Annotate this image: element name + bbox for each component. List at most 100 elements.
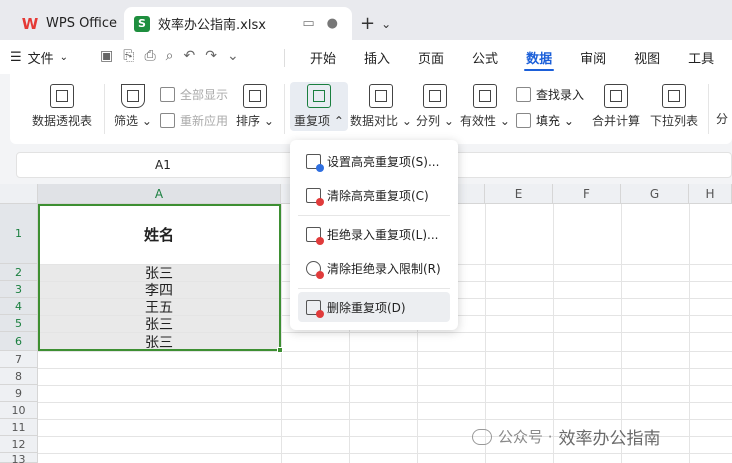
split-column-label: 分列 ⌄ (416, 114, 454, 128)
merge-calc-label: 合并计算 (592, 114, 641, 128)
export-icon[interactable]: ⎘ (123, 48, 134, 64)
wps-tab-label: WPS Office (46, 16, 118, 31)
filter-label: 筛选 ⌄ (114, 114, 152, 128)
sort-label: 排序 ⌄ (236, 114, 274, 128)
title-bar: W WPS Office S 效率办公指南.xlsx ▭ ● + ⌄ (0, 0, 732, 40)
show-all-label: 全部显示 (180, 88, 229, 102)
data-compare-icon (368, 84, 393, 108)
new-tab-button[interactable]: + ⌄ (360, 7, 391, 40)
filter-button[interactable]: 筛选 ⌄ (114, 84, 152, 129)
dropdown-list-button[interactable]: 下拉列表 (650, 84, 698, 129)
tab-formula[interactable]: 公式 (458, 40, 512, 74)
tab-insert[interactable]: 插入 (350, 40, 404, 74)
dot-icon[interactable]: ● (327, 16, 338, 31)
row-header-10[interactable]: 10 (0, 402, 38, 419)
column-header-h[interactable]: H (689, 184, 732, 204)
row-header-5[interactable]: 5 (0, 315, 38, 332)
sort-button[interactable]: 排序 ⌄ (236, 84, 274, 129)
tab-data[interactable]: 数据 (512, 40, 566, 74)
ribbon-divider (284, 84, 285, 134)
save-icon[interactable]: ▣ (100, 48, 113, 64)
column-header-a[interactable]: A (38, 184, 281, 204)
row-header-11[interactable]: 11 (0, 419, 38, 436)
select-all-corner[interactable] (0, 184, 38, 204)
row-header-8[interactable]: 8 (0, 368, 38, 385)
reapply-button[interactable]: 重新应用 (160, 112, 228, 129)
watermark-channel-name: 效率办公指南 (558, 429, 661, 449)
watermark-text: 公众号 · (498, 428, 553, 446)
data-compare-button[interactable]: 数据对比 ⌄ (350, 84, 412, 129)
chevron-down-icon: ⌄ (381, 16, 392, 31)
fill-button[interactable]: 填充 ⌄ (516, 112, 574, 129)
plus-icon: + (360, 13, 376, 34)
quick-access-toolbar: ▣ ⎘ ⎙ ⌕ ↶ ↷ ⌄ (100, 48, 239, 64)
undo-icon[interactable]: ↶ (183, 48, 195, 64)
pivot-table-button[interactable]: 数据透视表 (32, 84, 92, 129)
split-column-button[interactable]: 分列 ⌄ (416, 84, 454, 129)
tab-home[interactable]: 开始 (296, 40, 350, 74)
menu-item-clear-reject-limit[interactable]: 清除拒绝录入限制(R) (298, 253, 450, 283)
tab-review[interactable]: 审阅 (566, 40, 620, 74)
fill-handle[interactable] (277, 347, 283, 353)
document-tab[interactable]: S 效率办公指南.xlsx ▭ ● (124, 7, 352, 40)
data-compare-label: 数据对比 ⌄ (350, 114, 412, 128)
menu-divider (284, 49, 285, 67)
tab-view[interactable]: 视图 (620, 40, 674, 74)
fill-label: 填充 ⌄ (536, 114, 574, 128)
duplicates-button[interactable]: 重复项 ⌃ (290, 82, 348, 131)
column-header-e[interactable]: E (485, 184, 553, 204)
chevron-down-icon: ⌄ (59, 52, 69, 63)
menu-divider (298, 215, 450, 216)
selection-range (38, 204, 281, 351)
menu-item-clear-highlight-duplicates[interactable]: 清除高亮重复项(C) (298, 180, 450, 210)
menu-divider (298, 288, 450, 289)
sort-icon (242, 84, 267, 108)
lookup-icon (516, 87, 531, 102)
reapply-icon (160, 113, 175, 128)
row-header-9[interactable]: 9 (0, 385, 38, 402)
file-menu[interactable]: ☰ 文件 ⌄ (10, 48, 68, 67)
row-header-12[interactable]: 12 (0, 436, 38, 453)
row-header-1[interactable]: 1 (0, 204, 38, 264)
grid-line (38, 368, 732, 369)
menu-item-remove-duplicates[interactable]: 删除重复项(D) (298, 292, 450, 322)
fill-icon (516, 113, 531, 128)
more-icon[interactable]: ⌄ (227, 48, 239, 64)
row-header-13[interactable]: 13 (0, 453, 38, 463)
grid-line (38, 453, 732, 454)
row-header-2[interactable]: 2 (0, 264, 38, 281)
grid-line (281, 204, 282, 463)
menu-icon: ☰ (10, 50, 22, 65)
preview-icon[interactable]: ⌕ (166, 48, 174, 64)
tab-tools[interactable]: 工具 (674, 40, 728, 74)
merge-calc-icon (604, 84, 628, 108)
reapply-label: 重新应用 (180, 114, 229, 128)
column-header-g[interactable]: G (621, 184, 689, 204)
clear-highlight-icon (306, 187, 324, 206)
lookup-entry-button[interactable]: 查找录入 (516, 86, 584, 103)
duplicates-icon (306, 84, 331, 108)
show-all-button[interactable]: 全部显示 (160, 86, 228, 103)
print-icon[interactable]: ⎙ (144, 48, 155, 64)
row-header-6[interactable]: 6 (0, 332, 38, 351)
menu-item-set-highlight-duplicates[interactable]: 设置高亮重复项(S)... (298, 146, 450, 176)
row-header-4[interactable]: 4 (0, 298, 38, 315)
grid-line (38, 419, 732, 420)
lookup-entry-label: 查找录入 (536, 88, 585, 102)
name-box[interactable]: A1 (155, 158, 171, 172)
tab-page[interactable]: 页面 (404, 40, 458, 74)
grid-line (38, 385, 732, 386)
row-header-3[interactable]: 3 (0, 281, 38, 298)
merge-calc-button[interactable]: 合并计算 (592, 84, 640, 129)
redo-icon[interactable]: ↷ (205, 48, 217, 64)
document-tab-label: 效率办公指南.xlsx (158, 18, 266, 33)
row-header-7[interactable]: 7 (0, 351, 38, 368)
column-header-f[interactable]: F (553, 184, 621, 204)
menu-item-label: 拒绝录入重复项(L)... (327, 227, 439, 242)
validity-button[interactable]: 有效性 ⌄ (460, 84, 510, 129)
monitor-icon[interactable]: ▭ (302, 16, 314, 31)
menu-item-reject-duplicate-entry[interactable]: 拒绝录入重复项(L)... (298, 219, 450, 249)
grid-line (38, 351, 732, 352)
split-table-button[interactable]: 分 (716, 110, 728, 127)
wps-home-tab[interactable]: W WPS Office (8, 7, 122, 40)
